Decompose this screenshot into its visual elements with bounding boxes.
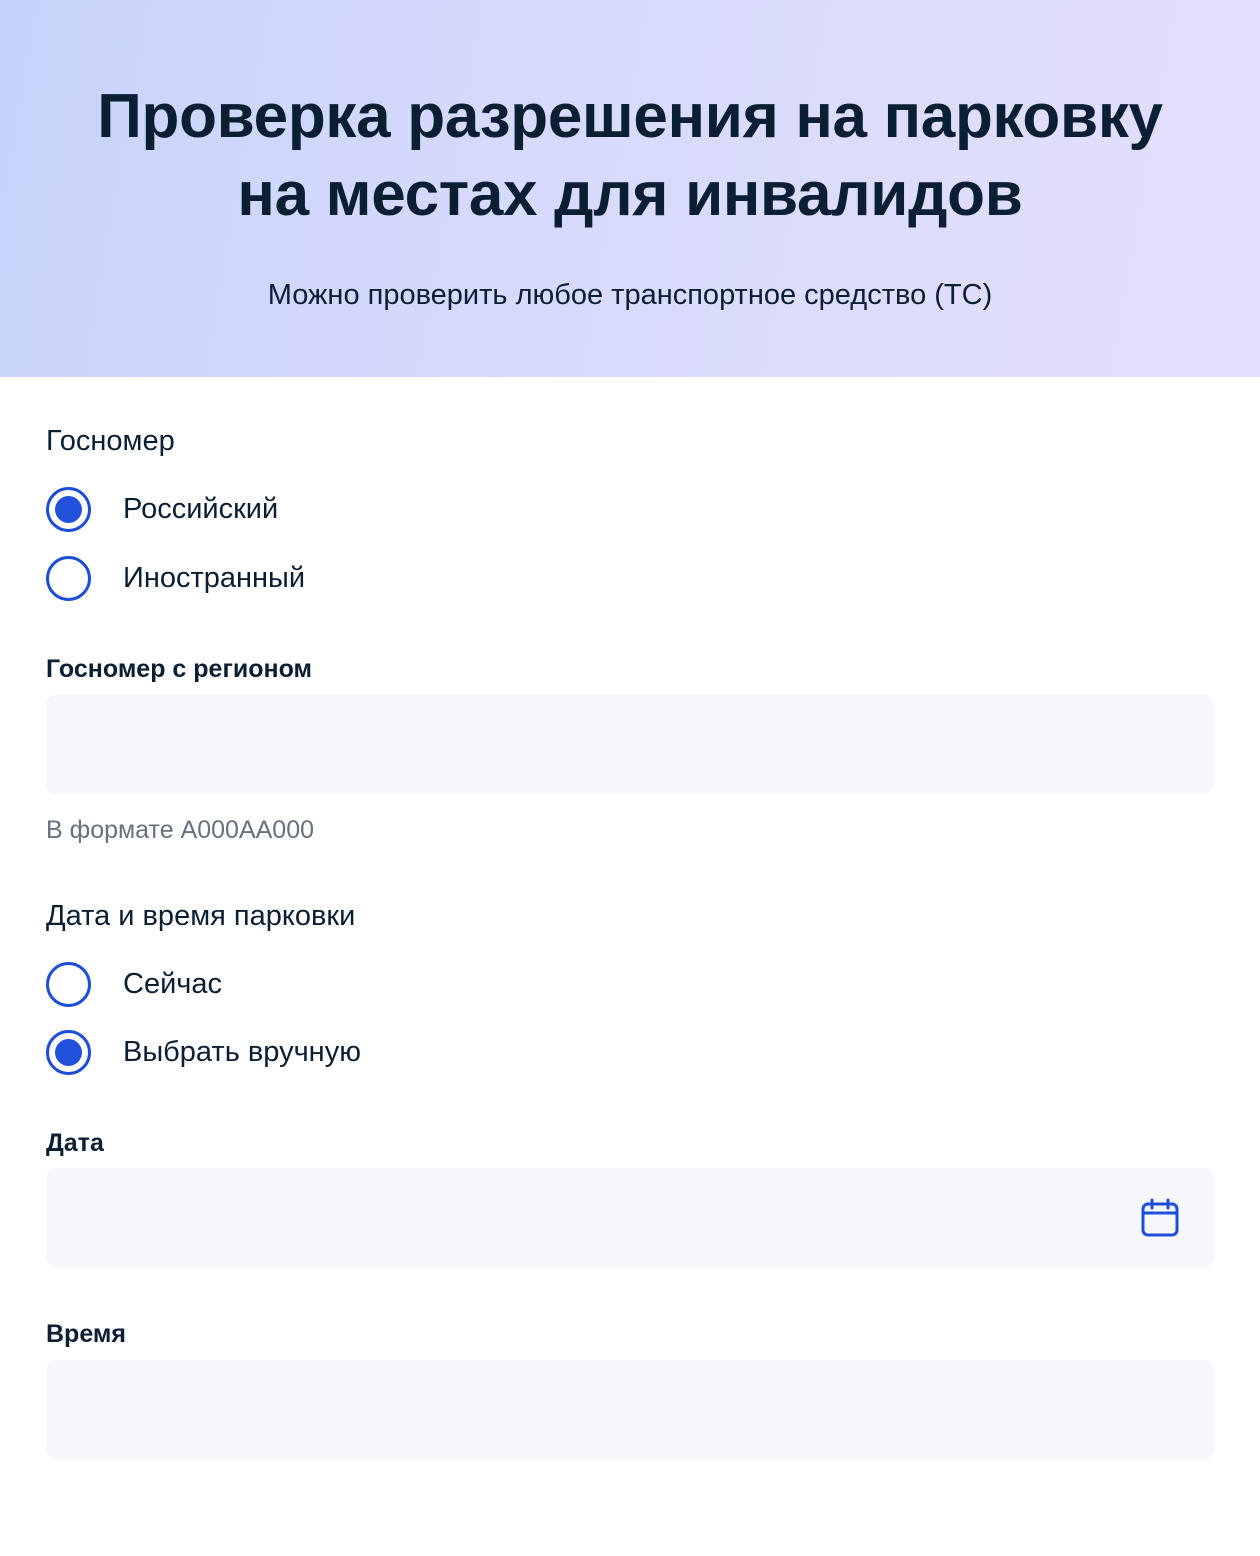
page-subtitle: Можно проверить любое транспортное средс… [267,279,993,311]
plate-type-label: Госномер [46,425,175,457]
check-form: Госномер Российский Иностранный Госномер… [0,377,1260,1556]
radio-label: Выбрать вручную [123,1036,361,1068]
radio-circle[interactable] [46,487,91,532]
plate-input[interactable] [46,695,1214,794]
datetime-mode-label: Дата и время парковки [46,900,356,932]
radio-label: Российский [123,493,279,525]
radio-now[interactable]: Сейчас [46,962,222,1007]
radio-manual[interactable]: Выбрать вручную [46,1030,361,1075]
plate-field-label: Госномер с регионом [46,655,313,683]
calendar-icon[interactable] [1140,1198,1180,1238]
radio-selected-dot [55,496,82,523]
radio-selected-dot [55,1039,82,1066]
date-field-label: Дата [46,1129,104,1157]
date-input[interactable] [46,1168,1214,1267]
radio-foreign-plate[interactable]: Иностранный [46,556,305,601]
radio-circle[interactable] [46,1030,91,1075]
time-field-label: Время [46,1320,126,1348]
radio-russian-plate[interactable]: Российский [46,487,278,532]
page-header: Проверка разрешения на парковку на места… [0,0,1260,377]
radio-label: Иностранный [123,562,306,594]
page-title: Проверка разрешения на парковку на места… [97,82,1163,229]
plate-format-hint: В формате А000АА000 [46,816,315,844]
radio-circle[interactable] [46,556,91,601]
radio-label: Сейчас [123,968,223,1000]
radio-circle[interactable] [46,962,91,1007]
time-input[interactable] [46,1360,1214,1459]
